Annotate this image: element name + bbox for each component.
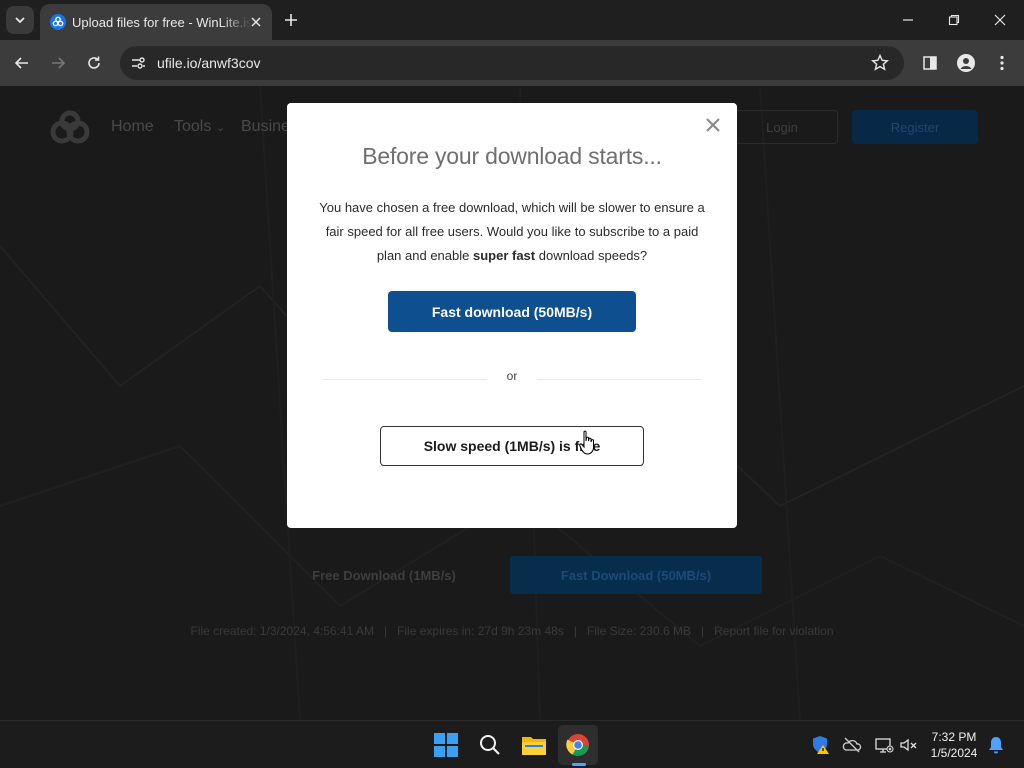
arrow-right-icon — [52, 57, 66, 69]
arrow-left-icon — [14, 57, 28, 69]
file-explorer-button[interactable] — [518, 729, 550, 761]
ufile-favicon-icon — [50, 14, 66, 30]
chrome-icon — [566, 734, 589, 756]
bookmark-star-icon[interactable] — [870, 53, 890, 73]
taskbar-search-button[interactable] — [474, 729, 506, 761]
nav-tools-link[interactable]: Tools ⌄ — [174, 118, 225, 136]
profile-icon — [957, 54, 975, 72]
modal-close-icon[interactable] — [704, 116, 722, 134]
url-text: ufile.io/anwf3cov — [157, 55, 261, 71]
modal-description-part2: download speeds? — [535, 248, 648, 263]
chrome-taskbar-button[interactable] — [558, 725, 598, 765]
notification-bell-icon[interactable] — [986, 735, 1006, 755]
chrome-active-indicator — [572, 763, 586, 766]
tab-search-button[interactable] — [6, 6, 34, 34]
new-tab-icon[interactable] — [282, 11, 300, 29]
chevron-down-icon — [15, 17, 25, 24]
restore-icon — [948, 14, 960, 26]
close-icon — [994, 14, 1006, 26]
browser-menu-button[interactable] — [992, 53, 1012, 73]
search-icon — [480, 735, 500, 755]
windows-start-icon — [434, 733, 458, 757]
side-panel-icon — [923, 56, 937, 70]
close-window-button[interactable] — [990, 10, 1010, 30]
nav-tools-label: Tools — [174, 118, 212, 135]
login-button[interactable]: Login — [726, 110, 838, 144]
restore-button[interactable] — [944, 10, 964, 30]
ufile-logo-icon[interactable] — [46, 110, 94, 146]
page-free-download-button[interactable]: Free Download (1MB/s) — [262, 556, 506, 594]
forward-button[interactable] — [48, 53, 68, 73]
system-clock[interactable]: 7:32 PM 1/5/2024 — [924, 729, 984, 761]
hand-cursor-icon — [579, 430, 594, 455]
minimize-icon — [903, 19, 913, 21]
or-separator: or — [506, 369, 518, 383]
slow-download-button[interactable]: Slow speed (1MB/s) is free — [380, 426, 644, 466]
page-fast-download-button[interactable]: Fast Download (50MB/s) — [510, 556, 762, 594]
back-button[interactable] — [12, 53, 32, 73]
folder-icon — [522, 737, 546, 755]
site-info-icon[interactable] — [128, 53, 148, 73]
chevron-down-icon: ⌄ — [215, 122, 226, 134]
defender-warning-icon[interactable] — [811, 735, 831, 755]
fast-download-button[interactable]: Fast download (50MB/s) — [388, 291, 636, 332]
modal-description-bold: super fast — [472, 248, 536, 263]
network-icon[interactable] — [874, 735, 894, 755]
clock-date: 1/5/2024 — [930, 746, 978, 760]
clock-time: 7:32 PM — [931, 730, 977, 744]
download-modal: Before your download starts... You have … — [287, 103, 737, 528]
more-vertical-icon — [1000, 55, 1004, 71]
start-button[interactable] — [430, 729, 462, 761]
reload-icon — [88, 56, 100, 69]
side-panel-button[interactable] — [920, 53, 940, 73]
volume-muted-icon[interactable] — [899, 735, 919, 755]
register-button[interactable]: Register — [852, 110, 978, 144]
address-bar[interactable]: ufile.io/anwf3cov — [120, 46, 904, 80]
browser-tab-active[interactable]: Upload files for free - WinLite.iso — [40, 4, 272, 40]
nav-business-link[interactable]: Busine — [241, 118, 290, 136]
tab-title: Upload files for free - WinLite.iso — [72, 15, 252, 30]
modal-title: Before your download starts... — [362, 143, 662, 169]
onedrive-offline-icon[interactable] — [842, 735, 862, 755]
reload-button[interactable] — [84, 53, 104, 73]
tab-close-icon[interactable] — [248, 14, 264, 30]
file-info-text: File created: 1/3/2024, 4:56:41 AM | Fil… — [190, 624, 834, 638]
browser-tab-bar: Upload files for free - WinLite.iso — [0, 0, 1024, 40]
nav-home-link[interactable]: Home — [111, 118, 154, 136]
divider-right — [537, 379, 702, 380]
modal-description: You have chosen a free download, which w… — [317, 196, 707, 268]
minimize-button[interactable] — [898, 10, 918, 30]
browser-toolbar: ufile.io/anwf3cov — [0, 40, 1024, 86]
profile-button[interactable] — [956, 53, 976, 73]
windows-taskbar: 7:32 PM 1/5/2024 — [0, 720, 1024, 768]
divider-left — [322, 379, 487, 380]
